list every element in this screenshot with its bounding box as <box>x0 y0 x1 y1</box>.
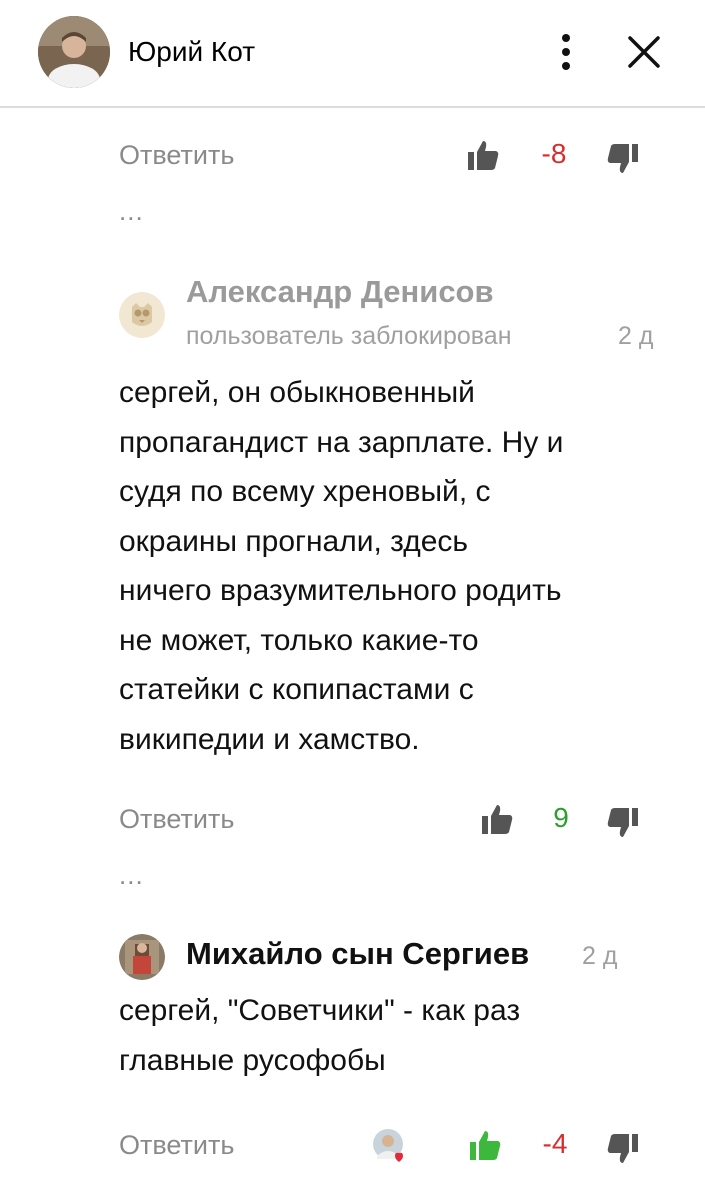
thumbs-up-icon[interactable] <box>468 1128 502 1162</box>
comment-actions: Ответить -8 <box>0 132 705 182</box>
score-value: 9 <box>553 802 569 833</box>
comments-header: Юрий Кот <box>0 0 705 108</box>
thumbs-down-icon[interactable] <box>606 1132 640 1166</box>
comment-line: пропагандист на зарплате. Ну и <box>119 425 564 459</box>
comment-text: сергей, "Советчики" - как раз главные ру… <box>119 986 679 1085</box>
comment-line: статейки с копипастами с <box>119 673 474 706</box>
comment-line: не может, только какие-то <box>119 623 479 657</box>
thumbs-down-icon[interactable] <box>606 142 640 176</box>
user-avatar[interactable] <box>119 934 165 980</box>
reply-button[interactable]: Ответить <box>119 140 234 171</box>
author-avatar[interactable] <box>38 16 110 88</box>
comment-line: википедии и хамство. <box>119 722 420 756</box>
score-value: -4 <box>542 1128 568 1159</box>
author-status: пользователь заблокирован <box>186 322 512 350</box>
reply-button[interactable]: Ответить <box>119 804 234 835</box>
more-button[interactable]: ... <box>119 196 144 227</box>
thumbs-up-icon[interactable] <box>466 138 500 172</box>
thumbs-down-icon[interactable] <box>606 806 640 840</box>
comment-actions: Ответить -4 <box>0 1122 705 1172</box>
comment-actions: Ответить 9 <box>0 796 705 846</box>
comment-line: главные русофобы <box>119 1043 386 1077</box>
close-icon[interactable] <box>620 28 668 76</box>
comment-text: сергей, он обыкновенный пропагандист на … <box>119 368 679 764</box>
comment-author[interactable]: Михайло сын Сергиев <box>186 936 529 972</box>
comment-time: 2 д <box>618 322 654 350</box>
more-vertical-icon[interactable] <box>548 28 584 76</box>
user-avatar[interactable] <box>119 292 165 338</box>
comment-line: окраины прогнали, здесь <box>119 524 469 558</box>
comment-line: сергей, он обыкновенный <box>119 376 475 409</box>
header-title: Юрий Кот <box>128 36 256 67</box>
comment-time: 2 д <box>582 942 618 970</box>
score-value: -8 <box>541 138 567 169</box>
more-button[interactable]: ... <box>119 860 144 891</box>
reactor-avatar[interactable] <box>372 1128 408 1164</box>
comment-line: ничего вразумительного родить <box>119 574 562 607</box>
reply-button[interactable]: Ответить <box>119 1130 234 1161</box>
comment-line: судя по всему хреновый, с <box>119 475 491 508</box>
comment-line: сергей, "Советчики" - как раз <box>119 994 521 1027</box>
comment-author[interactable]: Александр Денисов <box>186 274 494 310</box>
thumbs-up-icon[interactable] <box>480 802 514 836</box>
